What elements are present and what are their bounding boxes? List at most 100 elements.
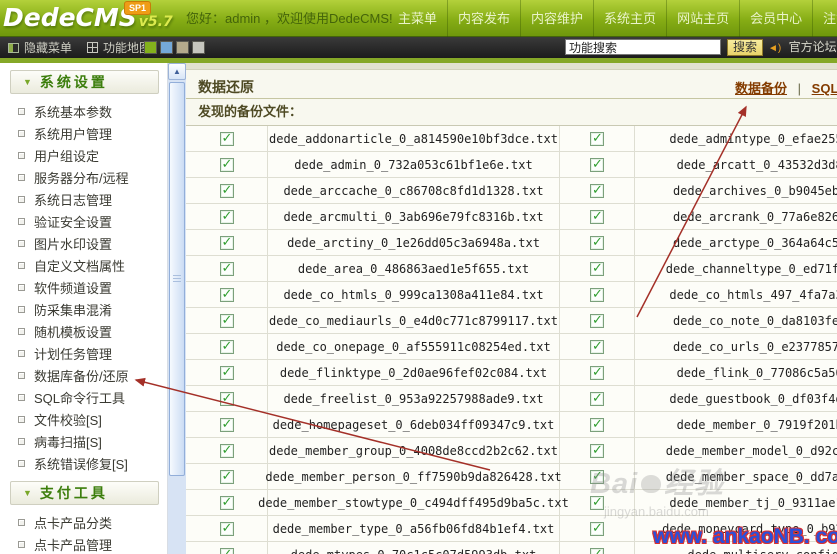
backup-filename: dede_member_space_0_dd7a55994: [666, 470, 837, 484]
main-title-bar: 数据还原 数据备份 | SQL命令行工具: [186, 70, 837, 99]
nav-item-6[interactable]: 会员中心: [739, 0, 812, 37]
checkbox-checked[interactable]: [220, 548, 234, 554]
checkbox-checked[interactable]: [220, 392, 234, 406]
sql-tool-link[interactable]: SQL命令行工具: [812, 81, 837, 96]
sidebar-item[interactable]: 计划任务管理: [0, 342, 167, 364]
nav-item-4[interactable]: 系统主页: [593, 0, 666, 37]
sidebar-item[interactable]: 用户组设定: [0, 144, 167, 166]
nav-item-1[interactable]: 主菜单: [388, 0, 447, 37]
backup-filename: dede_co_htmls_0_999ca1308a411e84.txt: [283, 288, 543, 302]
checkbox-checked[interactable]: [590, 288, 604, 302]
checkbox-checked[interactable]: [590, 210, 604, 224]
nav-item-3[interactable]: 内容维护: [520, 0, 593, 37]
checkbox-checked[interactable]: [590, 392, 604, 406]
sidebar-item-label: 防采集串混淆: [34, 300, 112, 319]
sidebar-item[interactable]: 随机模板设置: [0, 320, 167, 342]
checkbox-checked[interactable]: [590, 184, 604, 198]
sidebar-item[interactable]: 防采集串混淆: [0, 298, 167, 320]
checkbox-checked[interactable]: [220, 158, 234, 172]
checkbox-checked[interactable]: [590, 470, 604, 484]
checkbox-checked[interactable]: [220, 314, 234, 328]
backup-filename: dede_member_type_0_a56fb06fd84b1ef4.txt: [273, 522, 555, 536]
left-checkbox-cell: [186, 334, 268, 359]
checkbox-checked[interactable]: [590, 262, 604, 276]
checkbox-checked[interactable]: [220, 366, 234, 380]
sidebar-item[interactable]: 系统用户管理: [0, 122, 167, 144]
checkbox-checked[interactable]: [220, 522, 234, 536]
sidebar-item-label: 随机模板设置: [34, 322, 112, 341]
sidebar-scrollbar[interactable]: ▲: [168, 63, 186, 554]
left-filename-cell: dede_arcmulti_0_3ab696e79fc8316b.txt: [268, 204, 560, 229]
theme-color-swatch-3[interactable]: [176, 41, 189, 54]
sidebar-item-label: 自定义文档属性: [34, 256, 125, 275]
nav-item-2[interactable]: 内容发布: [447, 0, 520, 37]
sidebar-item[interactable]: 自定义文档属性: [0, 254, 167, 276]
data-backup-link[interactable]: 数据备份: [735, 81, 787, 96]
checkbox-checked[interactable]: [590, 314, 604, 328]
checkbox-checked[interactable]: [220, 496, 234, 510]
left-checkbox-cell: [186, 412, 268, 437]
checkbox-checked[interactable]: [590, 340, 604, 354]
checkbox-checked[interactable]: [590, 236, 604, 250]
sidebar-item[interactable]: 病毒扫描[S]: [0, 430, 167, 452]
sidebar-item[interactable]: 系统日志管理: [0, 188, 167, 210]
checkbox-checked[interactable]: [590, 548, 604, 554]
theme-color-swatch-1[interactable]: [144, 41, 157, 54]
sidebar-item[interactable]: 系统错误修复[S]: [0, 452, 167, 474]
checkbox-checked[interactable]: [590, 418, 604, 432]
theme-color-swatch-4[interactable]: [192, 41, 205, 54]
bullet-icon: [18, 196, 25, 203]
backup-filename: dede_co_onepage_0_af555911c08254ed.txt: [276, 340, 551, 354]
checkbox-checked[interactable]: [220, 132, 234, 146]
left-filename-cell: dede_co_onepage_0_af555911c08254ed.txt: [268, 334, 560, 359]
checkbox-checked[interactable]: [220, 184, 234, 198]
table-row: dede_arcmulti_0_3ab696e79fc8316b.txtdede…: [186, 204, 837, 230]
search-button[interactable]: 搜索: [727, 39, 763, 56]
right-filename-cell: dede_member_tj_0_9311ae10727: [635, 490, 837, 515]
scrollbar-thumb[interactable]: [169, 82, 185, 476]
checkbox-checked[interactable]: [590, 158, 604, 172]
sidebar-item[interactable]: 系统基本参数: [0, 100, 167, 122]
sidebar-item[interactable]: 点卡产品管理: [0, 533, 167, 554]
sidebar-item[interactable]: 数据库备份/还原: [0, 364, 167, 386]
left-checkbox-cell: [186, 178, 268, 203]
hide-menu-button[interactable]: 隐藏菜单: [24, 39, 72, 56]
checkbox-checked[interactable]: [590, 366, 604, 380]
checkbox-checked[interactable]: [220, 236, 234, 250]
backup-filename: dede_arccache_0_c86708c8fd1d1328.txt: [283, 184, 543, 198]
page-title: 数据还原: [198, 77, 254, 97]
checkbox-checked[interactable]: [220, 470, 234, 484]
right-checkbox-cell: [560, 204, 635, 229]
checkbox-checked[interactable]: [220, 210, 234, 224]
sidebar-item[interactable]: 服务器分布/远程: [0, 166, 167, 188]
sidebar-item[interactable]: 图片水印设置: [0, 232, 167, 254]
checkbox-checked[interactable]: [220, 418, 234, 432]
left-checkbox-cell: [186, 516, 268, 541]
sidebar-section-header-1[interactable]: ▼系统设置: [10, 70, 159, 94]
checkbox-checked[interactable]: [590, 132, 604, 146]
sidebar-item[interactable]: 点卡产品分类: [0, 511, 167, 533]
checkbox-checked[interactable]: [220, 340, 234, 354]
scrollbar-up-button[interactable]: ▲: [168, 63, 186, 80]
sidebar-item[interactable]: 软件频道设置: [0, 276, 167, 298]
checkbox-checked[interactable]: [220, 444, 234, 458]
nav-item-7[interactable]: 注销: [812, 0, 837, 37]
checkbox-checked[interactable]: [220, 262, 234, 276]
search-input[interactable]: [565, 39, 721, 55]
official-forum-link[interactable]: 官方论坛: [789, 40, 837, 54]
bullet-icon: [18, 130, 25, 137]
backup-filename: dede_member_model_0_d92c1cd6b: [666, 444, 837, 458]
sidebar-section-header-2[interactable]: ▼支付工具: [10, 481, 159, 505]
sidebar-item-label: 点卡产品管理: [34, 535, 112, 554]
theme-color-swatch-2[interactable]: [160, 41, 173, 54]
sidebar-item[interactable]: 文件校验[S]: [0, 408, 167, 430]
nav-item-5[interactable]: 网站主页: [666, 0, 739, 37]
backup-file-table: dede_addonarticle_0_a814590e10bf3dce.txt…: [186, 125, 837, 554]
checkbox-checked[interactable]: [590, 444, 604, 458]
sidebar-item-label: 文件校验[S]: [34, 410, 102, 429]
sidebar-item[interactable]: SQL命令行工具: [0, 386, 167, 408]
checkbox-checked[interactable]: [220, 288, 234, 302]
checkbox-checked[interactable]: [590, 496, 604, 510]
checkbox-checked[interactable]: [590, 522, 604, 536]
sidebar-item[interactable]: 验证安全设置: [0, 210, 167, 232]
